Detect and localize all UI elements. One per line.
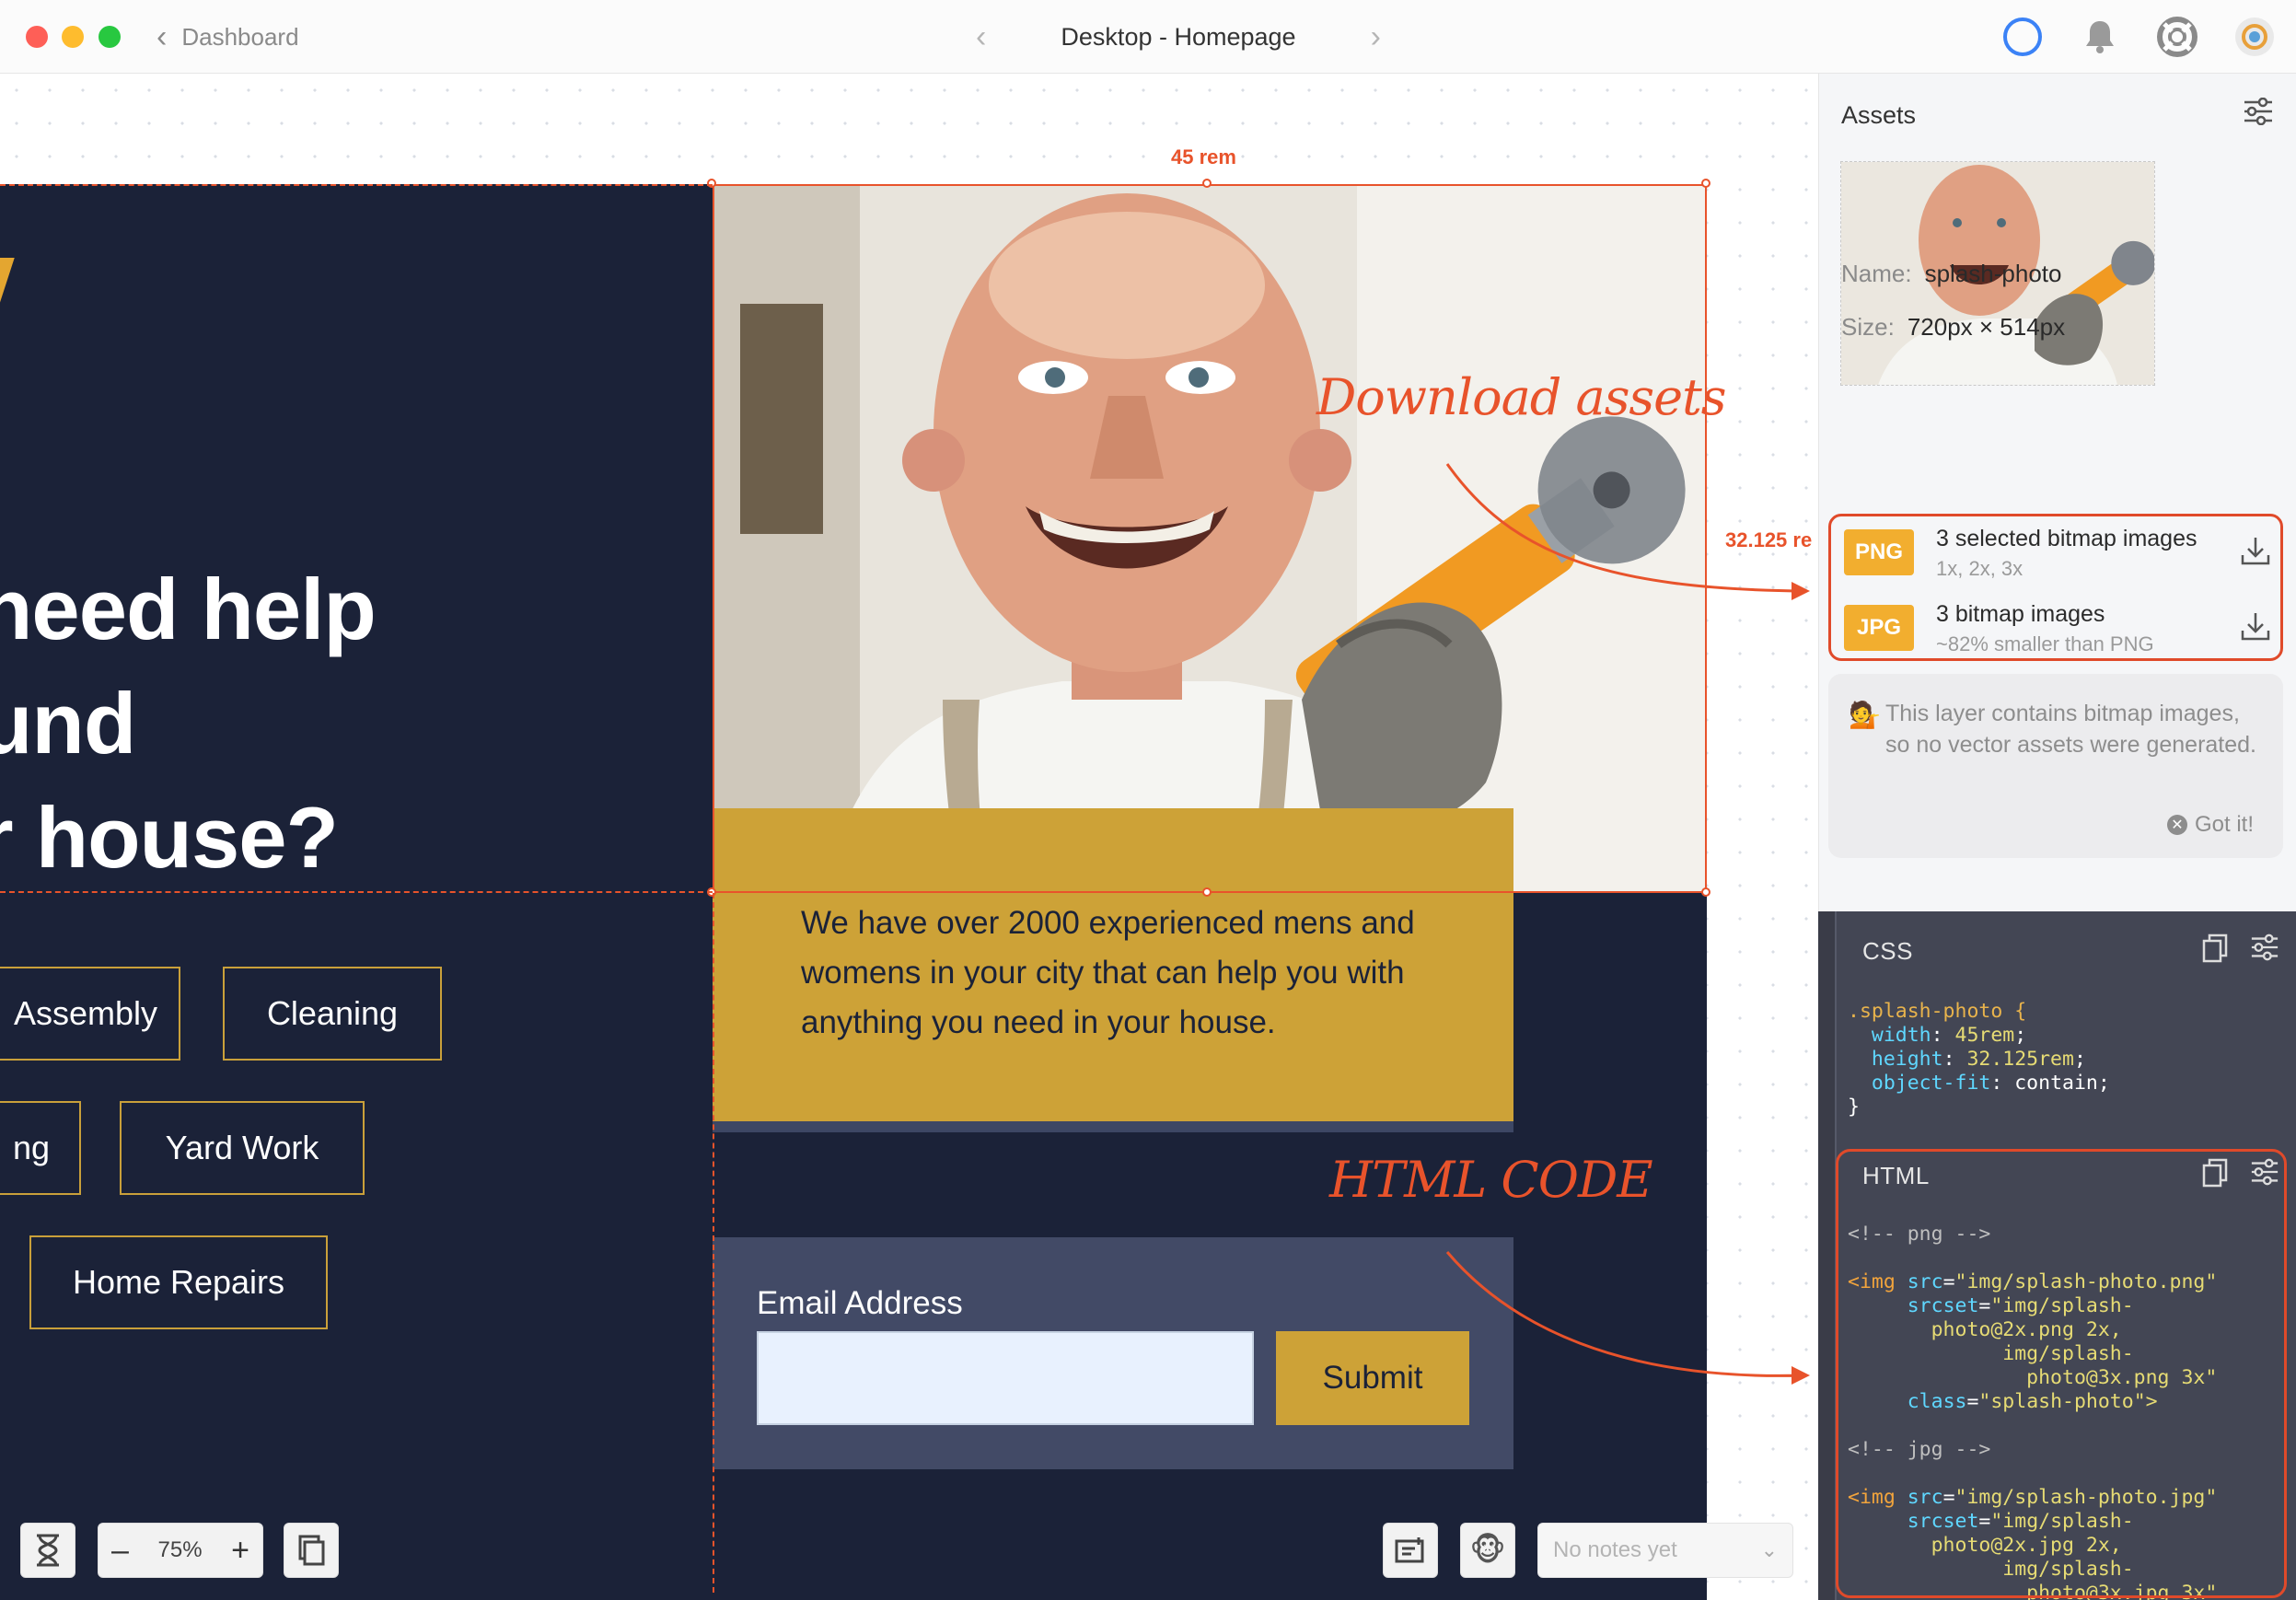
avatar[interactable] [2232,14,2278,60]
bell-icon[interactable] [2077,14,2123,60]
screen-switcher: ‹ Desktop - Homepage › [976,18,1381,55]
css-prop: height [1871,1048,1943,1071]
info-text: This layer contains bitmap images, so no… [1885,701,2257,758]
minimize-window-button[interactable] [62,26,84,48]
sliders-icon[interactable] [2250,933,2279,968]
css-code[interactable]: .splash-photo { width: 45rem; height: 32… [1848,1000,2110,1119]
assets-title: Assets [1841,101,1917,129]
previous-screen-icon[interactable]: ‹ [976,19,986,55]
css-close-brace: } [1848,1096,1860,1119]
css-prop: width [1871,1024,1931,1047]
zoom-out-button[interactable]: – [111,1533,129,1569]
name-label: Name: [1841,260,1912,287]
zoom-in-button[interactable]: + [231,1533,249,1569]
copy-icon[interactable] [2202,933,2228,968]
export-options-highlight: PNG 3 selected bitmap images 1x, 2x, 3x … [1828,514,2283,661]
close-window-button[interactable] [26,26,48,48]
notes-placeholder: No notes yet [1553,1537,1677,1562]
css-value: 32.125rem [1966,1048,2074,1071]
notes-dropdown[interactable]: No notes yet ⌄ [1537,1523,1793,1578]
bitmap-info-card: 💁 This layer contains bitmap images, so … [1828,674,2283,858]
got-it-label: Got it! [2194,812,2254,837]
layers-icon[interactable] [284,1523,339,1578]
zoom-window-button[interactable] [99,26,121,48]
css-selector: .splash-photo { [1848,1000,2027,1023]
chevron-down-icon: ⌄ [1760,1538,1778,1561]
next-screen-icon[interactable]: › [1371,19,1381,55]
chevron-left-icon: ‹ [157,19,168,54]
css-section-title: CSS [1862,937,1913,965]
jpg-subtitle: ~82% smaller than PNG [1936,632,2154,655]
html-code-highlight [1836,1149,2287,1598]
top-right-icons [2000,13,2296,61]
close-icon: ✕ [2166,815,2187,835]
info-emoji: 💁 [1849,701,1881,729]
hourglass-icon[interactable] [20,1523,75,1578]
download-icon[interactable] [2240,535,2271,571]
png-subtitle: 1x, 2x, 3x [1936,557,2023,580]
css-value: 45rem [1954,1024,2015,1047]
add-note-icon[interactable] [1383,1523,1438,1578]
asset-size: 720px × 514px [1907,313,2066,341]
png-export-row[interactable]: PNG 3 selected bitmap images 1x, 2x, 3x [1844,522,2273,586]
assets-panel: Assets Name: splash-photo Size: 720px × 51… [1818,74,2296,911]
jpg-export-row[interactable]: JPG 3 bitmap images ~82% smaller than PN… [1844,597,2273,662]
jpg-badge: JPG [1844,605,1914,651]
back-to-dashboard-link[interactable]: ‹ Dashboard [157,18,299,55]
css-value: contain [2014,1072,2098,1095]
asset-name-row: Name: splash-photo [1841,260,2061,288]
got-it-button[interactable]: ✕ Got it! [2166,812,2254,838]
asset-size-row: Size: 720px × 514px [1841,313,2065,342]
title-bar: ‹ Dashboard ‹ Desktop - Homepage › [0,0,2296,74]
zoom-level[interactable]: 75% [158,1537,203,1563]
css-prop: object-fit [1871,1072,1991,1095]
jpg-title: 3 bitmap images [1936,601,2105,627]
circle-status-icon[interactable] [2000,14,2046,60]
monkey-icon[interactable]: 🐵 [1460,1523,1515,1578]
download-icon[interactable] [2240,610,2271,646]
back-label: Dashboard [181,22,299,51]
design-canvas[interactable]: need help und r house? Assembly Cleaning… [0,74,1818,1600]
sliders-icon[interactable] [2243,97,2274,130]
lifebuoy-icon[interactable] [2154,14,2200,60]
code-gutter [1818,911,1837,1600]
png-title: 3 selected bitmap images [1936,526,2197,551]
zoom-control: – 75% + [98,1523,263,1578]
asset-name: splash-photo [1924,260,2062,287]
annotation-arrows [1445,463,1810,1385]
size-label: Size: [1841,313,1895,341]
screen-title: Desktop - Homepage [1061,22,1296,51]
css-actions [2202,933,2279,968]
png-badge: PNG [1844,529,1914,575]
